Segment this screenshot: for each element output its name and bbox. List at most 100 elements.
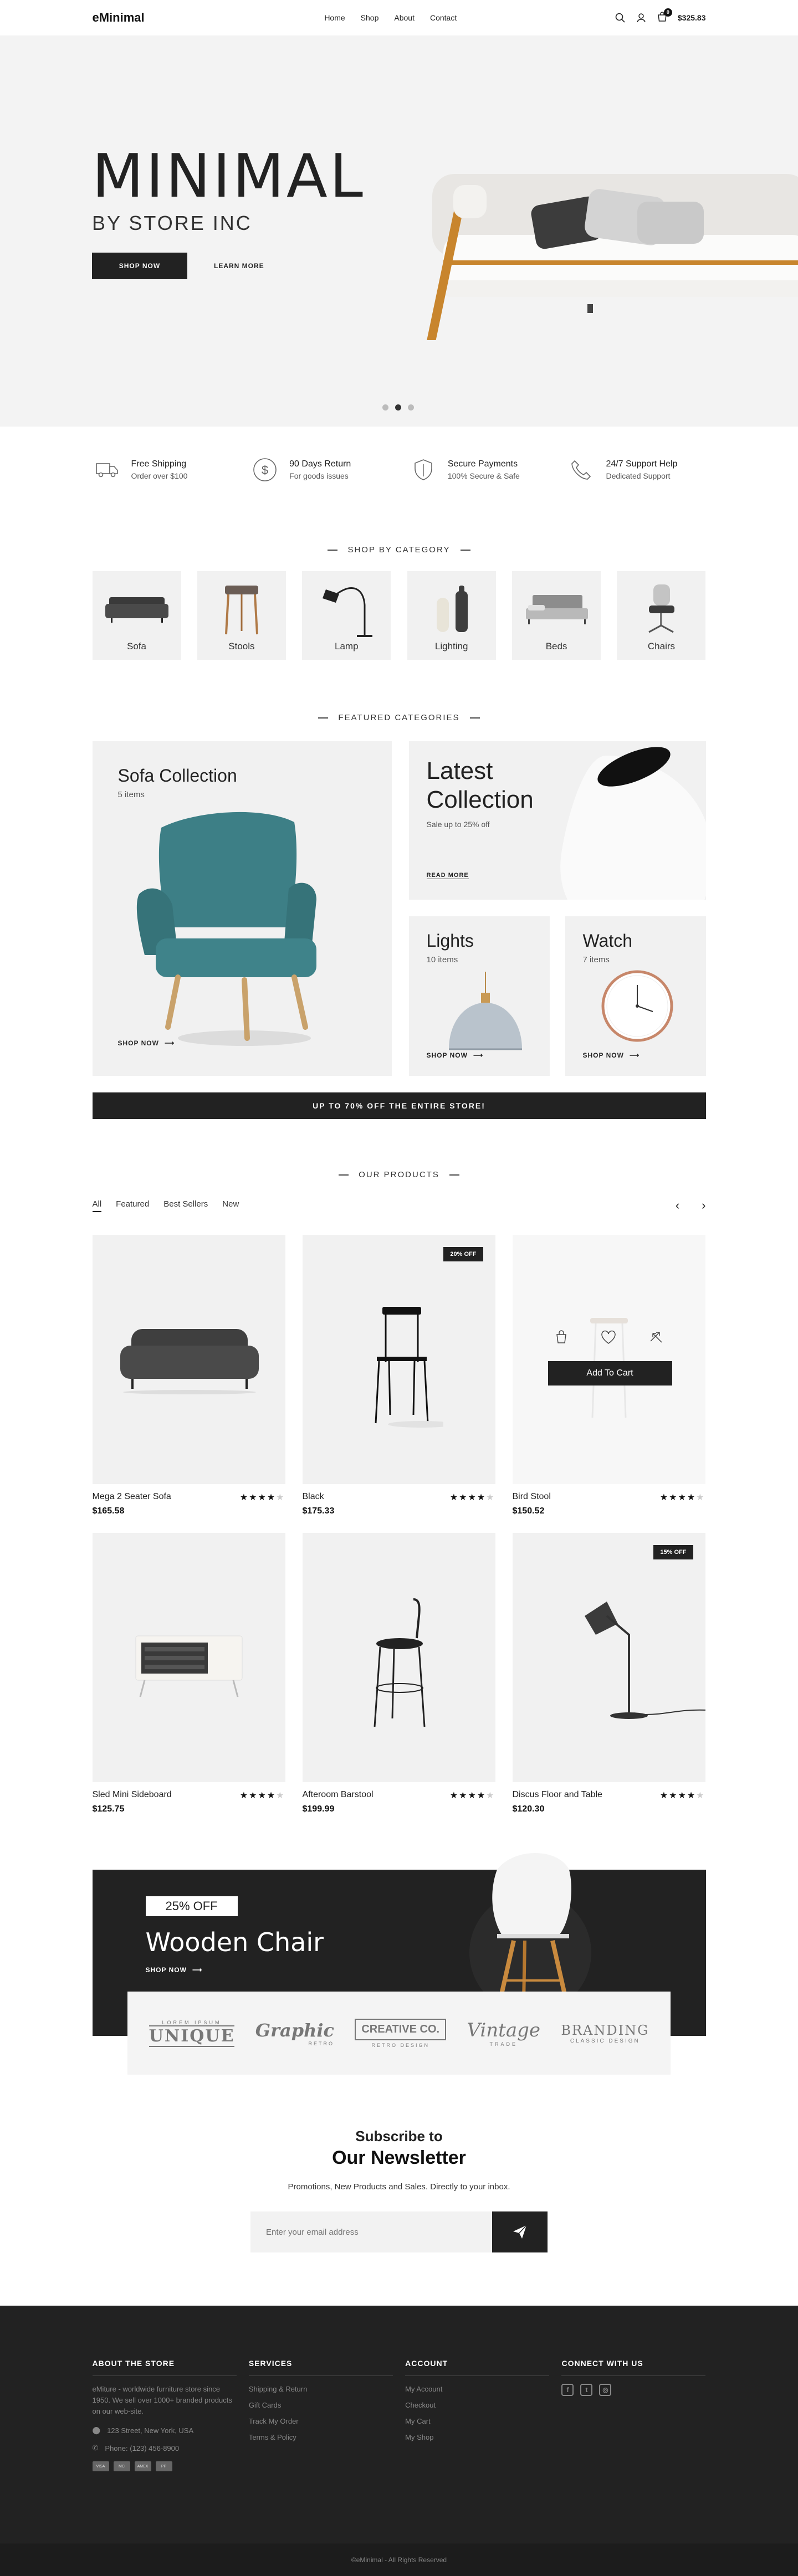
newsletter-submit-button[interactable] bbox=[492, 2211, 548, 2252]
slider-dot-2[interactable] bbox=[395, 404, 401, 410]
footer-link[interactable]: Track My Order bbox=[249, 2416, 393, 2427]
bag-icon[interactable] bbox=[554, 1330, 569, 1345]
category-sofa[interactable]: Sofa bbox=[92, 571, 181, 660]
product-image[interactable]: 15% OFF bbox=[512, 1533, 705, 1782]
product-card[interactable]: 15% OFF Discus Floor and Table $120.30 ★★★… bbox=[512, 1533, 705, 1814]
product-card[interactable]: Add To Cart Bird Stool $150.52 ★★★★★ bbox=[512, 1235, 705, 1516]
site-header: eMinimal Home Shop About Contact 0 $325.… bbox=[93, 0, 706, 35]
product-name[interactable]: Afteroom Barstool bbox=[303, 1790, 374, 1800]
discount-badge: 20% OFF bbox=[443, 1247, 483, 1261]
product-card[interactable]: 20% OFF Black $175.33 ★★★★★ bbox=[302, 1235, 495, 1516]
send-icon bbox=[513, 2225, 527, 2239]
lamp-icon bbox=[323, 587, 373, 637]
cart-total[interactable]: $325.83 bbox=[678, 13, 706, 22]
brand-logo-unique[interactable]: LOREM IPSUM UNIQUE bbox=[149, 2020, 235, 2047]
footer-link[interactable]: My Account bbox=[405, 2384, 549, 2395]
product-name[interactable]: Bird Stool bbox=[513, 1492, 551, 1502]
footer-link[interactable]: Checkout bbox=[405, 2400, 549, 2411]
brand-logo-graphic[interactable]: Graphic RETRO bbox=[255, 2020, 334, 2046]
brand-logo-branding[interactable]: BRANDING CLASSIC DESIGN bbox=[561, 2023, 649, 2044]
product-image[interactable] bbox=[92, 1235, 285, 1484]
nav-shop[interactable]: Shop bbox=[361, 13, 379, 22]
latest-collection-card[interactable]: Latest Collection Sale up to 25% off READ… bbox=[408, 741, 706, 900]
product-image[interactable]: Add To Cart bbox=[512, 1235, 705, 1484]
product-image[interactable]: 20% OFF bbox=[302, 1235, 495, 1484]
footer-link[interactable]: Shipping & Return bbox=[249, 2384, 393, 2395]
search-icon[interactable] bbox=[615, 12, 626, 23]
category-lighting[interactable]: Lighting bbox=[407, 571, 496, 660]
sale-banner[interactable]: UP TO 70% OFF THE ENTIRE STORE! bbox=[92, 1092, 706, 1119]
cta-label: SHOP NOW bbox=[582, 1051, 624, 1059]
copyright: ©eMinimal - All Rights Reserved bbox=[0, 2543, 798, 2576]
product-price: $175.33 bbox=[302, 1506, 335, 1516]
product-card[interactable]: Sled Mini Sideboard $125.75 ★★★★★ bbox=[92, 1533, 285, 1814]
nav-home[interactable]: Home bbox=[324, 13, 345, 22]
hero-shop-now-button[interactable]: SHOP NOW bbox=[92, 253, 187, 279]
tab-all[interactable]: All bbox=[92, 1199, 102, 1212]
footer-link[interactable]: My Cart bbox=[405, 2416, 549, 2427]
twitter-icon[interactable]: t bbox=[580, 2384, 593, 2396]
read-more-link[interactable]: READ MORE bbox=[426, 872, 469, 879]
promo-shop-now-link[interactable]: SHOP NOW ⟶ bbox=[146, 1966, 203, 1974]
facebook-icon[interactable]: f bbox=[561, 2384, 574, 2396]
slider-dot-1[interactable] bbox=[382, 404, 388, 410]
nav-about[interactable]: About bbox=[394, 13, 415, 22]
feature-text: For goods issues bbox=[289, 471, 349, 480]
site-logo[interactable]: eMinimal bbox=[93, 11, 145, 25]
brand-logo-creative[interactable]: CREATIVE CO. RETRO DESIGN bbox=[355, 2018, 447, 2048]
heart-icon[interactable] bbox=[601, 1330, 616, 1345]
newsletter-email-input[interactable] bbox=[250, 2211, 492, 2252]
product-price: $125.75 bbox=[92, 1804, 125, 1814]
category-stools[interactable]: Stools bbox=[197, 571, 286, 660]
feature-text: Order over $100 bbox=[131, 471, 188, 480]
slider-dot-3[interactable] bbox=[408, 404, 414, 410]
featured-categories-grid: Sofa Collection 5 items SHOP NOW ⟶ Latest… bbox=[92, 741, 706, 1076]
product-name[interactable]: Sled Mini Sideboard bbox=[93, 1790, 172, 1800]
product-name[interactable]: Mega 2 Seater Sofa bbox=[93, 1492, 171, 1502]
hero-learn-more-button[interactable]: LEARN MORE bbox=[214, 253, 264, 279]
chevron-right-icon[interactable]: › bbox=[702, 1198, 705, 1213]
vase-image bbox=[560, 747, 706, 900]
user-icon[interactable] bbox=[636, 12, 647, 23]
tab-featured[interactable]: Featured bbox=[116, 1199, 149, 1212]
footer-link[interactable]: Terms & Policy bbox=[249, 2432, 393, 2443]
feature-text: Dedicated Support bbox=[606, 471, 671, 480]
compare-icon[interactable] bbox=[648, 1330, 664, 1345]
card-count: 10 items bbox=[426, 955, 458, 964]
site-footer: ABOUT THE STORE eMiture - worldwide furn… bbox=[0, 2306, 798, 2576]
product-name[interactable]: Black bbox=[303, 1492, 335, 1502]
chevron-left-icon[interactable]: ‹ bbox=[676, 1198, 679, 1213]
product-hover-actions bbox=[513, 1330, 705, 1345]
lights-shop-now-link[interactable]: SHOP NOW ⟶ bbox=[427, 1051, 484, 1059]
footer-services: SERVICES Shipping & Return Gift Cards Tr… bbox=[248, 2359, 393, 2471]
product-image[interactable] bbox=[92, 1533, 285, 1782]
sofa-collection-card[interactable]: Sofa Collection 5 items SHOP NOW ⟶ bbox=[92, 741, 392, 1076]
category-chairs[interactable]: Chairs bbox=[617, 571, 706, 660]
tab-best-sellers[interactable]: Best Sellers bbox=[163, 1199, 208, 1212]
tab-new[interactable]: New bbox=[222, 1199, 239, 1212]
category-beds[interactable]: Beds bbox=[512, 571, 601, 660]
footer-link[interactable]: My Shop bbox=[405, 2432, 549, 2443]
product-card[interactable]: Afteroom Barstool $199.99 ★★★★★ bbox=[302, 1533, 495, 1814]
footer-link[interactable]: Gift Cards bbox=[249, 2400, 393, 2411]
feature-title: Free Shipping bbox=[131, 459, 187, 469]
truck-icon bbox=[95, 463, 118, 478]
add-to-cart-button[interactable]: Add To Cart bbox=[548, 1361, 672, 1386]
category-list: Sofa Stools Lamp Lighting Beds Chairs bbox=[92, 571, 706, 660]
brand-logo-vintage[interactable]: Vintage TRADE bbox=[467, 2019, 540, 2047]
product-price: $165.58 bbox=[92, 1506, 125, 1516]
instagram-icon[interactable]: ◎ bbox=[599, 2384, 612, 2396]
sofa-shop-now-link[interactable]: SHOP NOW ⟶ bbox=[118, 1039, 175, 1047]
product-image[interactable] bbox=[302, 1533, 495, 1782]
watch-card[interactable]: Watch 7 items SHOP NOW ⟶ bbox=[565, 916, 706, 1076]
product-name[interactable]: Discus Floor and Table bbox=[513, 1790, 602, 1800]
nav-contact[interactable]: Contact bbox=[430, 13, 457, 22]
product-card[interactable]: Mega 2 Seater Sofa $165.58 ★★★★★ bbox=[92, 1235, 285, 1516]
product-filter-tabs: All Featured Best Sellers New bbox=[92, 1199, 239, 1212]
watch-shop-now-link[interactable]: SHOP NOW ⟶ bbox=[583, 1051, 640, 1059]
category-lamp[interactable]: Lamp bbox=[302, 571, 391, 660]
cart-button[interactable]: 0 bbox=[657, 8, 672, 24]
bed-icon bbox=[526, 595, 589, 624]
sideboard-image bbox=[135, 1635, 242, 1697]
lights-card[interactable]: Lights 10 items SHOP NOW ⟶ bbox=[408, 916, 550, 1076]
